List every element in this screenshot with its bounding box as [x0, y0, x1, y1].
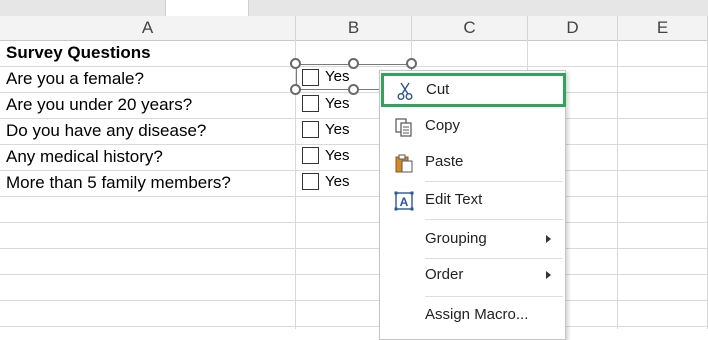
menu-item-grouping[interactable]: Grouping — [380, 222, 565, 256]
column-header-a[interactable]: A — [0, 16, 296, 40]
cell-a6[interactable]: More than 5 family members? — [6, 170, 231, 196]
submenu-arrow-icon — [546, 271, 551, 279]
menu-item-grouping-label: Grouping — [425, 230, 487, 247]
menu-separator — [425, 181, 563, 182]
menu-item-copy[interactable]: Copy — [380, 109, 565, 143]
menu-item-paste[interactable]: Paste — [380, 145, 565, 179]
resize-handle-bottom-middle[interactable] — [348, 84, 359, 95]
menu-item-cut-label: Cut — [426, 81, 450, 98]
menu-separator — [425, 219, 563, 220]
column-header-d[interactable]: D — [528, 16, 618, 40]
checkbox-4-label[interactable]: Yes — [325, 146, 349, 166]
menu-item-edit-text[interactable]: A Edit Text — [380, 183, 565, 217]
checkbox-3[interactable] — [302, 121, 319, 138]
checkbox-4[interactable] — [302, 147, 319, 164]
name-box-edge — [165, 0, 249, 16]
scissors-icon — [395, 81, 415, 101]
menu-item-order[interactable]: Order — [380, 258, 565, 292]
menu-item-cut[interactable]: Cut — [381, 73, 566, 107]
submenu-arrow-icon — [546, 235, 551, 243]
checkbox-2[interactable] — [302, 95, 319, 112]
menu-item-copy-label: Copy — [425, 117, 461, 134]
menu-item-assign-macro[interactable]: Assign Macro... — [380, 298, 565, 332]
context-menu: Cut Copy Paste A Edit Text Grouping Orde… — [379, 70, 566, 340]
resize-handle-top-left[interactable] — [290, 58, 301, 69]
cell-a1-header[interactable]: Survey Questions — [6, 40, 151, 66]
svg-text:A: A — [400, 195, 409, 209]
resize-handle-bottom-left[interactable] — [290, 84, 301, 95]
column-header-c[interactable]: C — [412, 16, 528, 40]
menu-item-assign-macro-label: Assign Macro... — [425, 306, 529, 323]
paste-icon — [394, 153, 414, 173]
cell-a3[interactable]: Are you under 20 years? — [6, 92, 192, 118]
edit-text-icon: A — [394, 191, 414, 211]
column-header-b[interactable]: B — [296, 16, 412, 40]
cell-a5[interactable]: Any medical history? — [6, 144, 163, 170]
resize-handle-top-right[interactable] — [406, 58, 417, 69]
menu-item-edit-text-label: Edit Text — [425, 191, 483, 208]
checkbox-5-label[interactable]: Yes — [325, 172, 349, 192]
checkbox-3-label[interactable]: Yes — [325, 120, 349, 140]
checkbox-5[interactable] — [302, 173, 319, 190]
column-header-e[interactable]: E — [618, 16, 708, 40]
menu-item-order-label: Order — [425, 266, 464, 283]
checkbox-2-label[interactable]: Yes — [325, 94, 349, 114]
menu-separator — [425, 296, 563, 297]
resize-handle-top-middle[interactable] — [348, 58, 359, 69]
cell-a2[interactable]: Are you a female? — [6, 66, 144, 92]
cell-a4[interactable]: Do you have any disease? — [6, 118, 206, 144]
ribbon-edge — [0, 0, 708, 16]
menu-item-paste-label: Paste — [425, 153, 464, 170]
copy-icon — [394, 117, 414, 137]
